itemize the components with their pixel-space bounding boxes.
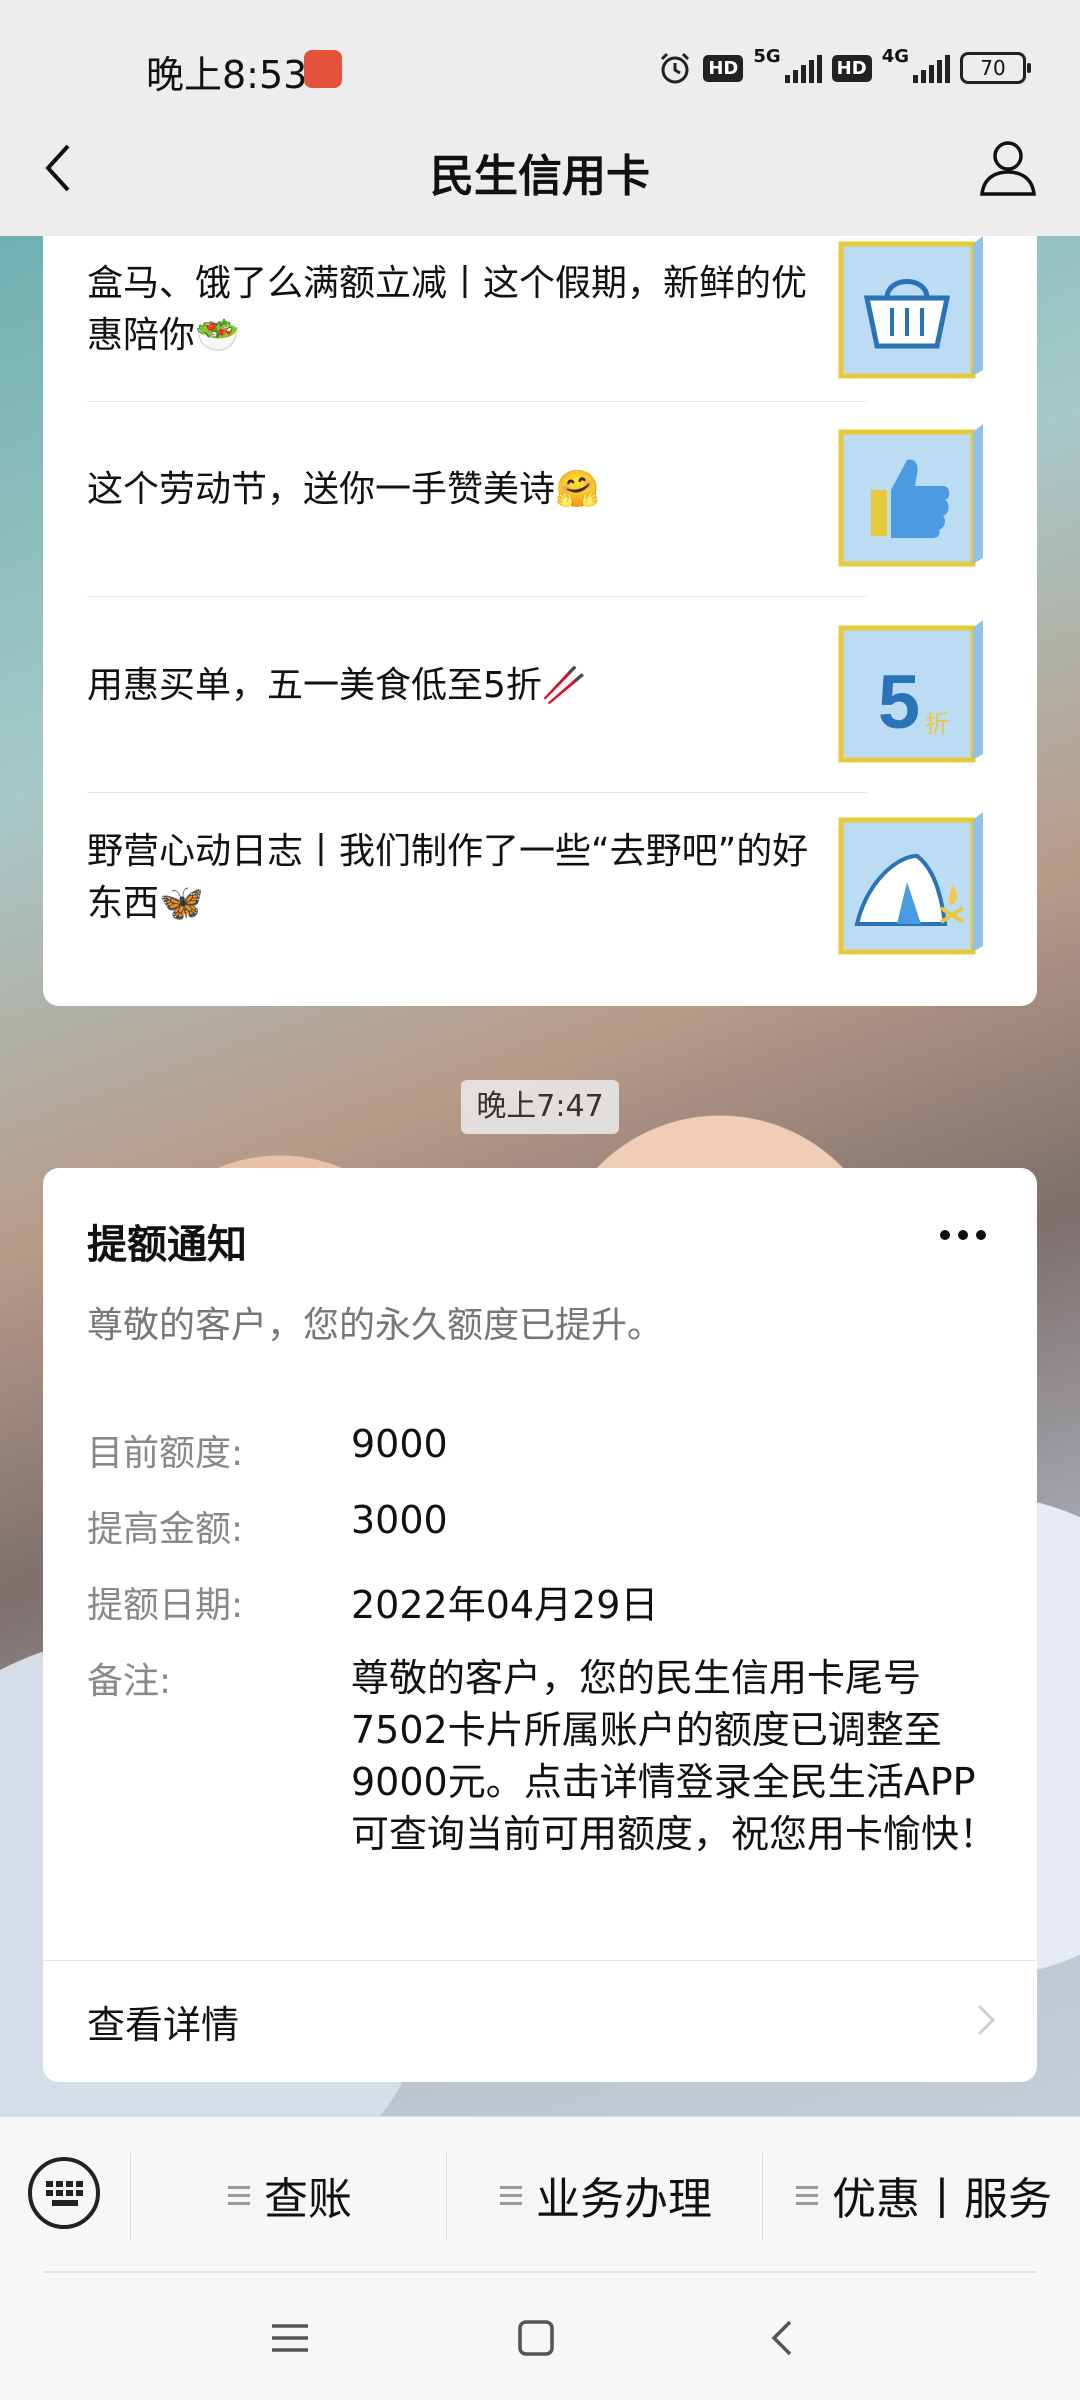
menu-item-label: 查账	[264, 2174, 352, 2225]
signal-icon-1	[784, 53, 822, 83]
discount-unit: 折	[925, 710, 949, 738]
divider	[762, 2153, 763, 2241]
divider	[87, 596, 867, 597]
article-title: 这个劳动节，送你一手赞美诗🤗	[87, 469, 600, 510]
battery-level: 70	[980, 56, 1006, 80]
nav-header: 民生信用卡	[0, 100, 1080, 236]
battery-icon: 70	[960, 52, 1031, 84]
menu-list-icon	[228, 2185, 250, 2205]
view-details-link[interactable]: 查看详情	[87, 1994, 239, 2049]
page-title: 民生信用卡	[430, 151, 650, 202]
notice-title: 提额通知	[87, 1222, 247, 1268]
field-label-increase-amount: 提高金额:	[87, 1509, 244, 1550]
divider	[130, 2153, 131, 2241]
field-value-current-limit: 9000	[351, 1422, 448, 1466]
article-item[interactable]: 用惠买单，五一美食低至5折🥢 5 折	[87, 620, 987, 780]
menu-item-account-check[interactable]: 查账	[228, 2165, 352, 2225]
article-title: 用惠买单，五一美食低至5折🥢	[87, 665, 587, 706]
credit-limit-notice-card[interactable]: 提额通知 尊敬的客户，您的永久额度已提升。 目前额度: 9000 提高金额: 3…	[43, 1168, 1037, 2082]
menu-item-business[interactable]: 业务办理	[500, 2165, 712, 2225]
field-value-increase-date: 2022年04月29日	[351, 1583, 659, 1627]
system-nav-bar	[0, 2274, 1080, 2400]
hd-badge-2: HD	[831, 54, 872, 82]
status-indicators: HD 5G HD 4G 70	[657, 46, 1031, 90]
network-5g-label: 5G	[753, 46, 781, 67]
article-title: 盒马、饿了么满额立减丨这个假期，新鲜的优惠陪你🥗	[87, 263, 808, 356]
article-item[interactable]: 野营心动日志丨我们制作了一些“去野吧”的好东西🦋	[87, 812, 987, 976]
menu-icon[interactable]	[266, 2314, 314, 2362]
discount-number: 5	[878, 660, 920, 745]
hd-badge-1: HD	[703, 54, 744, 82]
alarm-icon	[661, 52, 690, 84]
divider	[44, 2271, 1036, 2273]
notice-subtitle: 尊敬的客户，您的永久额度已提升。	[87, 1305, 664, 1346]
menu-item-label: 业务办理	[536, 2174, 712, 2225]
divider	[87, 792, 867, 793]
field-label-remark: 备注:	[87, 1661, 172, 1702]
signal-icon-2	[913, 53, 950, 83]
profile-icon[interactable]	[976, 136, 1040, 200]
field-label-current-limit: 目前额度:	[87, 1433, 244, 1474]
basket-icon	[838, 236, 983, 379]
menu-list-icon	[796, 2185, 818, 2205]
discount-icon: 5 折	[838, 620, 983, 763]
menu-item-label: 优惠丨服务	[832, 2174, 1052, 2225]
chevron-right-icon	[977, 2004, 996, 2036]
article-title: 野营心动日志丨我们制作了一些“去野吧”的好东西🦋	[87, 831, 809, 924]
app-notification-icon	[304, 50, 342, 88]
article-item[interactable]: 这个劳动节，送你一手赞美诗🤗	[87, 424, 987, 584]
field-value-remark: 尊敬的客户，您的民生信用卡尾号7502卡片所属账户的额度已调整至9000元。点击…	[351, 1656, 998, 1856]
field-value-increase-amount: 3000	[351, 1498, 448, 1542]
tent-icon	[838, 812, 983, 955]
article-item[interactable]: 盒马、饿了么满额立减丨这个假期，新鲜的优惠陪你🥗	[87, 236, 987, 406]
more-options-icon[interactable]	[933, 1220, 993, 1250]
divider	[87, 401, 867, 402]
divider	[43, 1960, 1037, 1961]
chat-timestamp: 晚上7:47	[461, 1080, 619, 1134]
home-icon[interactable]	[512, 2314, 560, 2362]
status-time: 晚上8:53	[146, 53, 308, 97]
article-list-card: 盒马、饿了么满额立减丨这个假期，新鲜的优惠陪你🥗 这个劳动节，送你一手赞美诗🤗 …	[43, 236, 1037, 1006]
network-4g-label: 4G	[881, 46, 909, 67]
bottom-menu-bar: 查账 业务办理 优惠丨服务	[0, 2116, 1080, 2274]
thumbs-up-icon	[838, 424, 983, 567]
menu-list-icon	[500, 2185, 522, 2205]
divider	[446, 2153, 447, 2241]
menu-item-offers-services[interactable]: 优惠丨服务	[796, 2165, 1052, 2225]
keyboard-icon[interactable]	[26, 2155, 102, 2231]
field-label-increase-date: 提额日期:	[87, 1585, 244, 1626]
back-icon[interactable]	[760, 2314, 808, 2362]
